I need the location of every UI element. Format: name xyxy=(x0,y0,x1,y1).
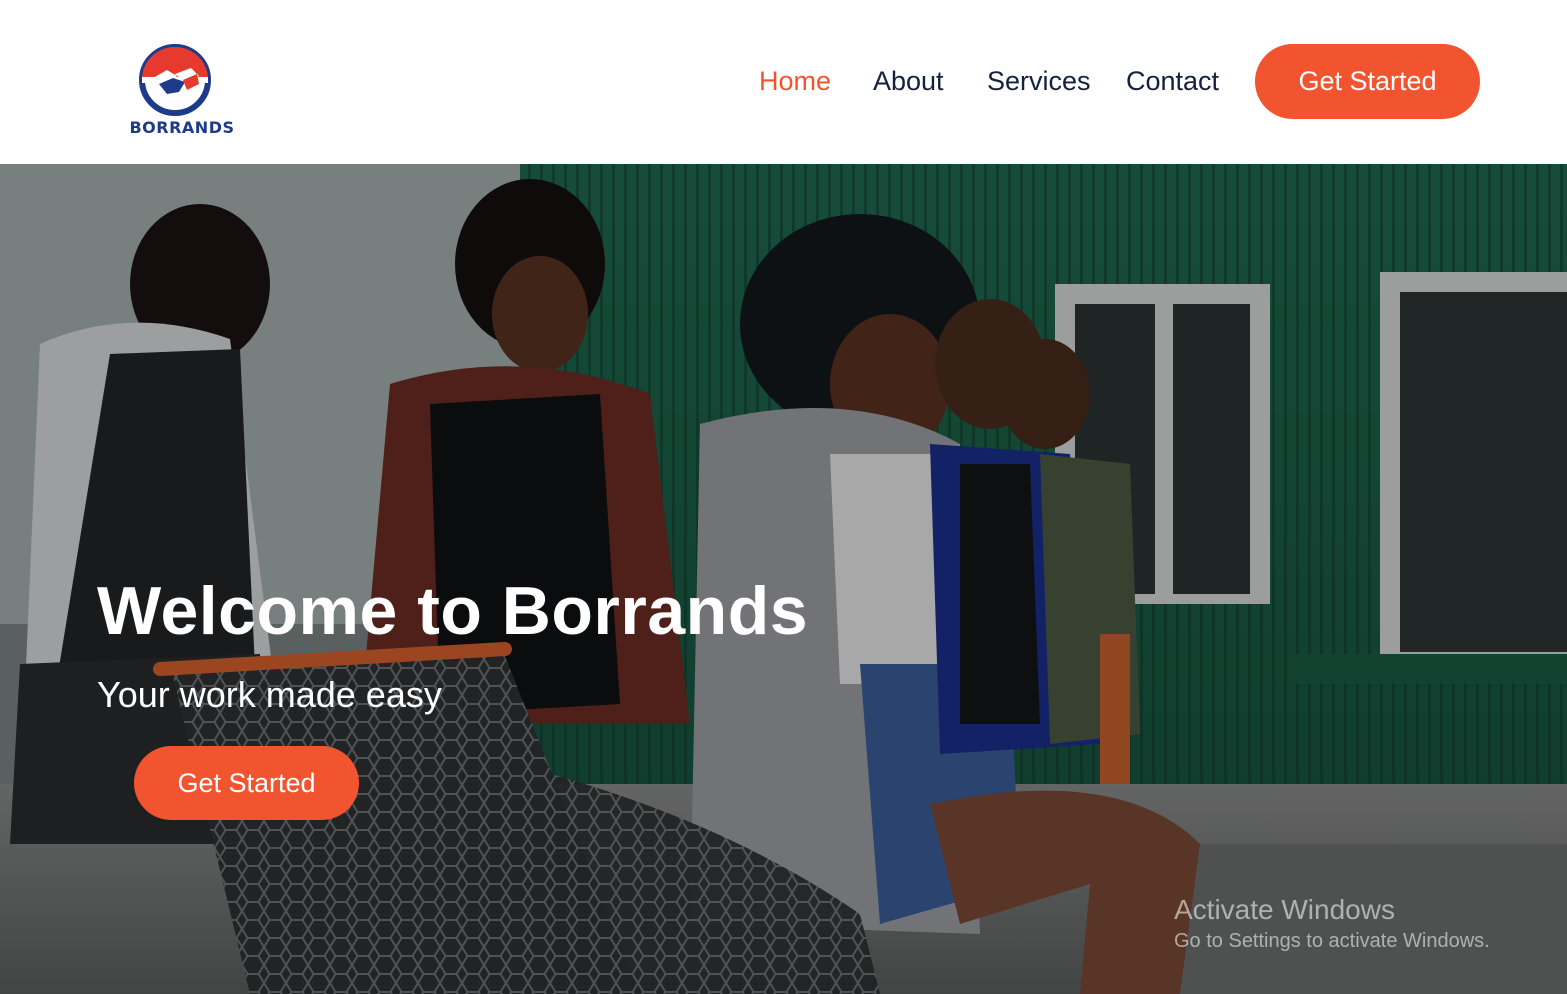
nav-home[interactable]: Home xyxy=(759,66,831,97)
hero-title: Welcome to Borrands xyxy=(97,573,809,649)
hero-section: Welcome to Borrands Your work made easy … xyxy=(0,164,1567,994)
nav-about[interactable]: About xyxy=(873,66,944,97)
nav-contact[interactable]: Contact xyxy=(1126,66,1219,97)
nav-services[interactable]: Services xyxy=(987,66,1091,97)
brand-name: BORRANDS xyxy=(129,118,235,137)
brand-logo[interactable]: BORRANDS xyxy=(118,44,248,140)
header-get-started-button[interactable]: Get Started xyxy=(1255,44,1480,119)
windows-activation-watermark: Activate Windows Go to Settings to activ… xyxy=(1174,894,1490,953)
site-header: BORRANDS Home About Services Contact Get… xyxy=(0,0,1567,164)
hero-get-started-button[interactable]: Get Started xyxy=(134,746,359,820)
hero-subtitle: Your work made easy xyxy=(97,674,442,715)
watermark-subtitle: Go to Settings to activate Windows. xyxy=(1174,930,1490,952)
watermark-title: Activate Windows xyxy=(1174,894,1395,925)
handshake-logo-icon xyxy=(139,44,211,116)
